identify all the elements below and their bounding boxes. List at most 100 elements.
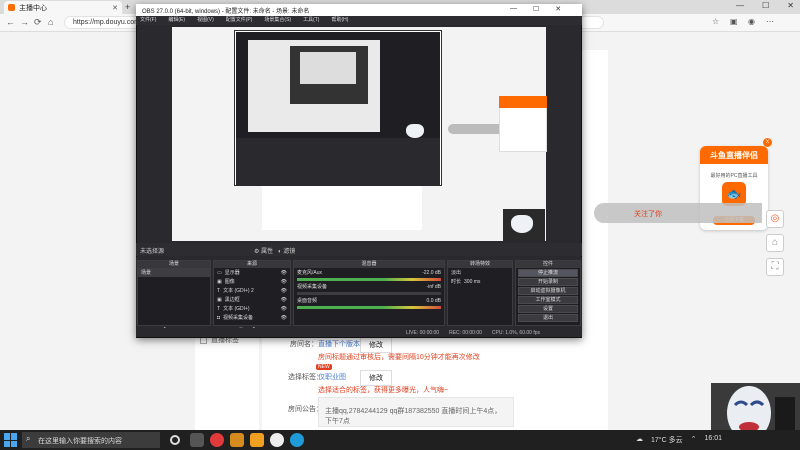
browser-tab[interactable]: 主播中心 ✕	[4, 1, 122, 14]
properties-button[interactable]: ⚙ 属性	[254, 246, 273, 255]
collections-icon[interactable]: ▣	[730, 17, 738, 26]
settings-button[interactable]: 设置	[518, 305, 578, 313]
profile-icon[interactable]: ◉	[748, 17, 755, 26]
mixer-channel: 视频采集设备 -inf dB	[294, 282, 444, 291]
visibility-icon[interactable]: 👁	[281, 279, 287, 285]
sources-dock: 来源 ▭ 显示器 👁 ▣ 图像 👁 T 文本 (GDI+) 2 👁 ▣ 黑边框 👁 T 文本 (G…	[213, 260, 291, 335]
edge-browser-icon[interactable]	[290, 433, 304, 447]
obs-app-icon[interactable]	[270, 433, 284, 447]
scene-item-label: 场景	[141, 270, 152, 276]
transition-duration[interactable]: 时长 300 ms	[448, 277, 512, 286]
tag-edit-button[interactable]: 修改	[360, 370, 392, 386]
obs-menu-help[interactable]: 帮助(H)	[331, 16, 348, 25]
screenshot-icon[interactable]: ⛶	[766, 258, 784, 276]
target-icon[interactable]: ◎	[766, 210, 784, 228]
refresh-icon[interactable]: ⟳	[34, 17, 42, 28]
browser-window-controls: — ☐ ✕	[736, 1, 794, 10]
room-name-notice: 房间标题通过审核后，需要间隔10分钟才能再次修改	[318, 354, 480, 361]
home-side-icon[interactable]: ⌂	[766, 234, 784, 252]
obs-source-toolbar: 未选择源 ⚙ 属性 ◐ 滤镜	[136, 243, 582, 256]
forward-icon[interactable]: →	[20, 17, 29, 27]
rec-status: REC: 00:00:00	[449, 329, 482, 336]
text-icon: T	[217, 305, 221, 312]
obs-close-icon[interactable]: ✕	[555, 5, 561, 13]
obs-menu-scene-collection[interactable]: 场景集合(S)	[264, 16, 291, 25]
visibility-icon[interactable]: 👁	[281, 306, 287, 312]
widgets-icon[interactable]	[190, 433, 204, 447]
preview-mask-icon	[511, 215, 533, 233]
room-name-link[interactable]: 直播下个版本	[318, 339, 360, 349]
taskbar-search[interactable]: 在这里输入你要搜索的内容	[22, 432, 160, 448]
visibility-icon[interactable]: 👁	[281, 315, 287, 321]
no-source-label: 未选择源	[140, 249, 165, 255]
search-icon: ⌕	[26, 434, 31, 443]
exit-button[interactable]: 退出	[518, 314, 578, 322]
source-item[interactable]: T 文本 (GDI+) 2 👁	[214, 286, 290, 295]
source-item[interactable]: T 文本 (GDI+) 👁	[214, 304, 290, 313]
netease-music-icon[interactable]	[210, 433, 224, 447]
home-icon[interactable]: ⌂	[48, 17, 53, 27]
duration-value: 300 ms	[464, 278, 481, 285]
obs-menu-view[interactable]: 视图(V)	[197, 16, 214, 25]
source-item[interactable]: ▣ 图像 👁	[214, 277, 290, 286]
system-tray: ☁ 17°C 多云 ⌃ 16:01	[636, 435, 722, 445]
menu-icon[interactable]: ⋯	[766, 17, 774, 26]
filters-button-label: 滤镜	[283, 249, 296, 255]
obs-menu-edit[interactable]: 编辑(E)	[168, 16, 185, 25]
app-icon[interactable]	[230, 433, 244, 447]
tray-expand-icon[interactable]: ⌃	[691, 435, 697, 445]
announce-textarea[interactable]: 主播qq,2784244129 qq群187382550 直播时间上午4点，下午…	[318, 397, 514, 427]
promo-close-icon[interactable]: x	[763, 138, 772, 147]
controls-dock-title: 控件	[516, 261, 580, 268]
filters-button[interactable]: ◐ 滤镜	[278, 246, 295, 255]
start-recording-button[interactable]: 开始录制	[518, 278, 578, 286]
source-item[interactable]: ▭ 显示器 👁	[214, 268, 290, 277]
stop-streaming-button[interactable]: 停止推流	[518, 269, 578, 277]
scenes-dock: 场景 场景 + − ⌃ ⌄	[137, 260, 211, 335]
visibility-icon[interactable]: 👁	[281, 288, 287, 294]
douyu-favicon-icon	[8, 4, 15, 11]
minimize-icon[interactable]: —	[736, 1, 744, 10]
follow-text: 关注了你	[634, 211, 662, 218]
source-label: 文本 (GDI+)	[223, 306, 250, 312]
new-tab-button[interactable]: +	[125, 2, 130, 12]
mixer-channel: 桌面音频 0.0 dB	[294, 296, 444, 305]
close-tab-icon[interactable]: ✕	[112, 4, 118, 12]
studio-mode-button[interactable]: 工作室模式	[518, 296, 578, 304]
weather-icon[interactable]: ☁	[636, 435, 643, 445]
transitions-dock: 转场特效 淡出 时长 300 ms	[447, 260, 513, 326]
nested-mask-icon	[406, 124, 424, 138]
obs-menu-tools[interactable]: 工具(T)	[303, 16, 319, 25]
source-label: 视频采集设备	[223, 315, 254, 321]
promo-title: 斗鱼直播伴侣	[700, 146, 768, 164]
back-icon[interactable]: ←	[6, 17, 15, 27]
source-item[interactable]: ▣ 黑边框 👁	[214, 295, 290, 304]
tag-link[interactable]: 仅职业图	[318, 372, 346, 382]
favorites-icon[interactable]: ☆	[712, 17, 719, 26]
task-view-icon[interactable]	[170, 435, 180, 445]
controls-dock: 控件 停止推流 开始录制 启动虚拟摄像机 工作室模式 设置 退出	[515, 260, 581, 326]
visibility-icon[interactable]: 👁	[281, 297, 287, 303]
obs-menu-file[interactable]: 文件(F)	[140, 16, 156, 25]
windows-start-icon[interactable]	[4, 433, 18, 447]
transition-select[interactable]: 淡出	[448, 268, 512, 277]
virtual-camera-button[interactable]: 启动虚拟摄像机	[518, 287, 578, 295]
tab-title: 主播中心	[19, 4, 47, 12]
image-icon: ▣	[217, 296, 222, 303]
scene-item[interactable]: 场景	[138, 268, 210, 277]
visibility-icon[interactable]: 👁	[281, 270, 287, 276]
room-name-edit-button[interactable]: 修改	[360, 337, 392, 353]
room-name-label: 房间名：	[290, 341, 318, 348]
camera-icon: ◘	[217, 314, 221, 321]
obs-maximize-icon[interactable]: ☐	[533, 5, 539, 13]
follow-notification	[594, 203, 762, 223]
source-item[interactable]: ◘ 视频采集设备 👁	[214, 313, 290, 322]
channel-name: 桌面音频	[297, 298, 318, 304]
maximize-icon[interactable]: ☐	[762, 1, 769, 10]
douyu-app-icon[interactable]	[250, 433, 264, 447]
obs-minimize-icon[interactable]: —	[510, 5, 517, 13]
channel-db: -inf dB	[426, 283, 441, 290]
clock[interactable]: 16:01	[704, 435, 722, 445]
close-window-icon[interactable]: ✕	[787, 1, 794, 10]
obs-menu-profile[interactable]: 配置文件(P)	[226, 16, 253, 25]
